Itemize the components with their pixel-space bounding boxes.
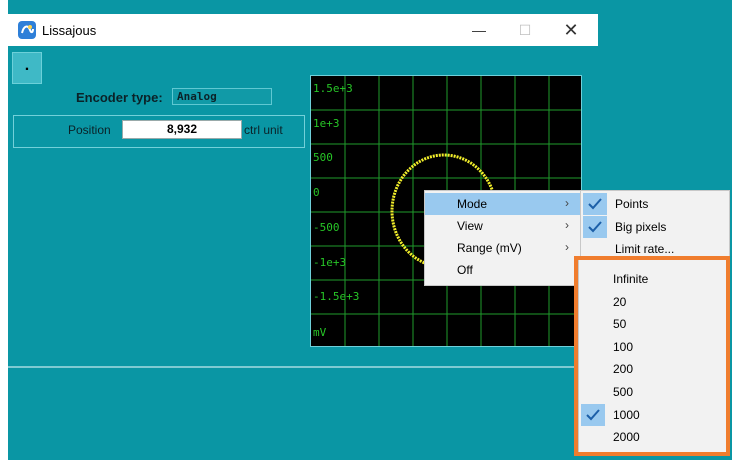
lissajous-app-icon [18,21,36,39]
scope-y-label: -1e+3 [313,256,347,269]
context-menu: Mode › View › Range (mV) › Off [424,190,582,286]
title-bar[interactable]: Lissajous — ☐ ✕ [8,14,598,46]
window-bottom-border [8,366,598,368]
scope-y-label: 1e+3 [313,117,340,130]
encoder-type-value: Analog [172,88,272,105]
checkmark-icon [583,193,607,215]
scope-y-label: 0 [313,186,320,199]
scope-y-label: 500 [313,151,333,164]
submenu-item-label: Limit rate... [615,242,675,257]
menu-item-label: Mode [457,197,488,211]
close-button[interactable]: ✕ [548,14,594,46]
menu-item-off[interactable]: Off [425,259,581,281]
submenu-item-label: Points [615,197,649,211]
position-label: Position [68,123,111,137]
window-title: Lissajous [42,23,97,38]
chevron-right-icon: › [565,240,569,254]
menu-item-mode[interactable]: Mode › [425,193,581,215]
menu-item-view[interactable]: View › [425,215,581,237]
scope-y-label: -500 [313,221,340,234]
rate-submenu-highlight [574,256,730,456]
checkmark-icon [583,215,607,238]
maximize-button[interactable]: ☐ [502,14,548,46]
dot-button[interactable]: . [12,52,42,84]
scope-y-label: -1.5e+3 [313,290,360,303]
menu-item-label: View [457,219,483,233]
position-unit-label: ctrl unit [244,123,283,137]
mode-submenu: Points Big pixels Limit rate... [580,190,730,260]
submenu-item-points[interactable]: Points [581,193,729,215]
position-field[interactable]: 8,932 [122,120,242,139]
minimize-button[interactable]: — [456,14,502,46]
chevron-right-icon: › [565,196,569,210]
menu-item-range-mv[interactable]: Range (mV) › [425,237,581,259]
menu-item-label: Off [457,263,473,277]
scope-y-label: mV [313,326,327,339]
chevron-right-icon: › [565,218,569,232]
encoder-type-label: Encoder type: [76,90,163,105]
submenu-item-big-pixels[interactable]: Big pixels [581,215,729,238]
scope-y-label: 1.5e+3 [313,82,353,95]
menu-item-label: Range (mV) [457,241,522,255]
submenu-item-label: Big pixels [615,219,667,234]
desktop-edge [0,0,8,460]
